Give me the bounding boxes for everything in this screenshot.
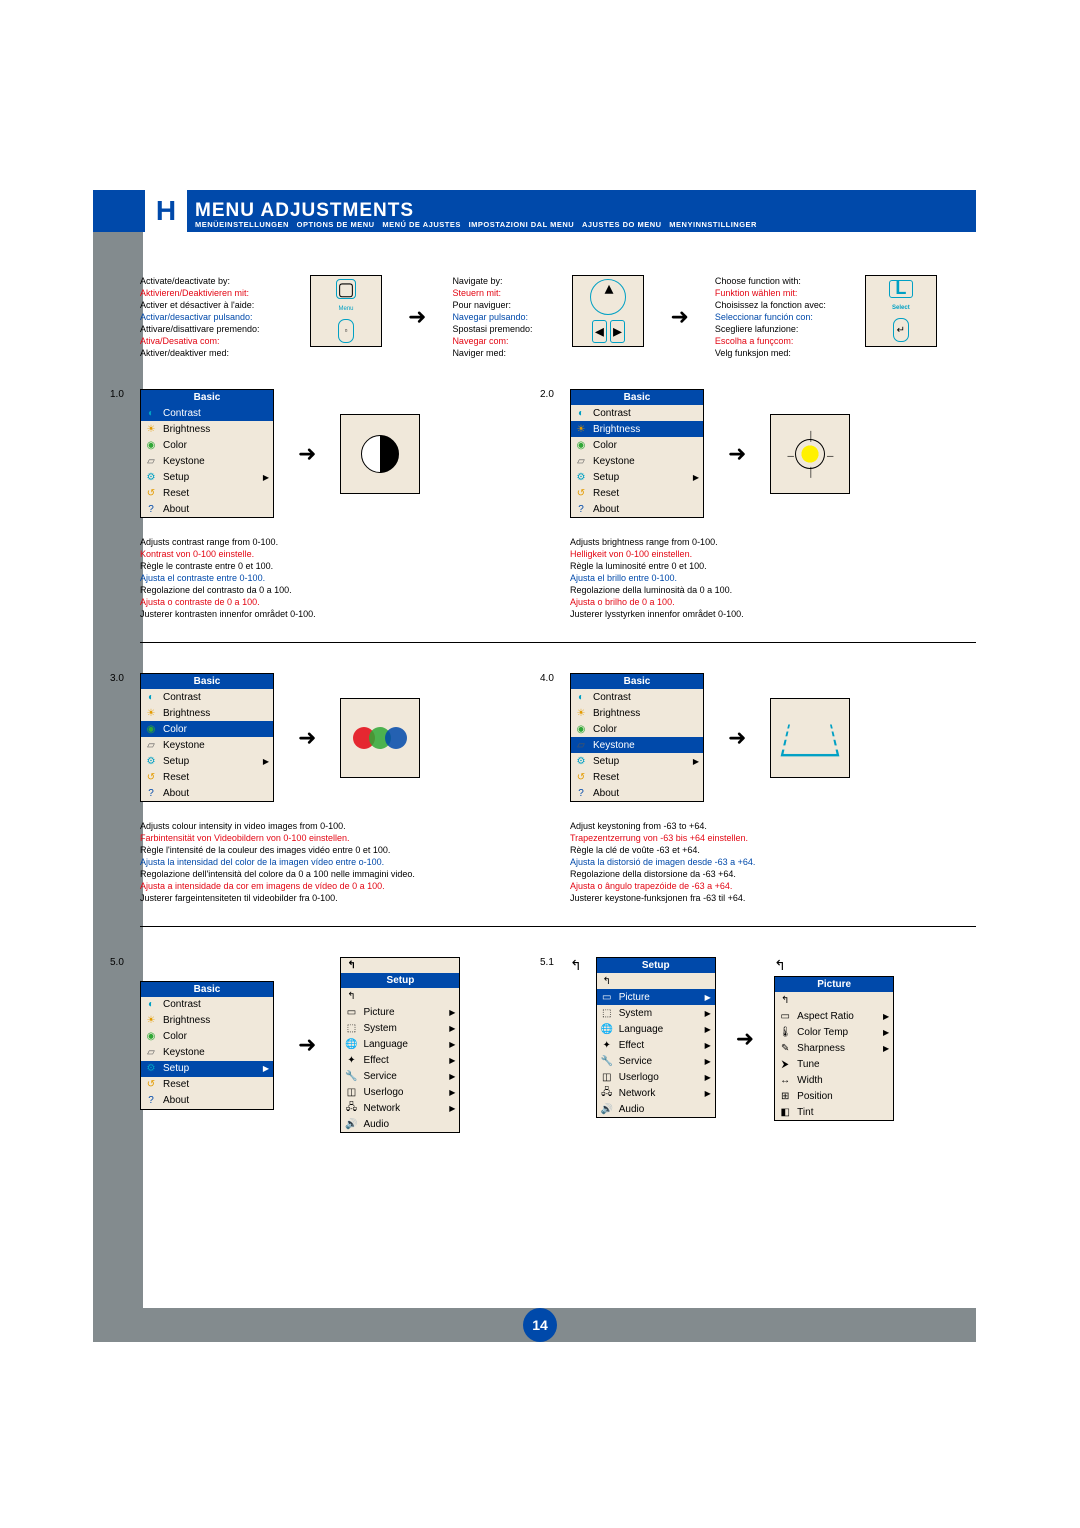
menu-button-graphic: ▢ Menu ▫ — [310, 275, 382, 347]
back-icon: ↰ — [774, 957, 894, 974]
section-number: 1.0 — [110, 389, 124, 400]
intro-row: Activate/deactivate by: Aktivieren/Deakt… — [140, 275, 976, 359]
basic-menu-color: Basic ◐Contrast ☀Brightness ◉Color ▱Keys… — [140, 673, 274, 802]
intro-activate: Activate/deactivate by: Aktivieren/Deakt… — [140, 275, 290, 359]
brightness-icon: ││ ── — [770, 414, 850, 494]
contrast-icon — [340, 414, 420, 494]
color-icon — [340, 698, 420, 778]
arrow-icon: ➜ — [730, 1026, 760, 1052]
arrow-icon: ➜ — [292, 441, 322, 467]
picture-submenu: Picture ↰ ▭Aspect Ratio▶ 🌡Color Temp▶ ✎S… — [774, 976, 894, 1121]
color-description: Adjusts colour intensity in video images… — [140, 820, 545, 904]
brightness-description: Adjusts brightness range from 0-100.Hell… — [570, 536, 975, 620]
back-icon: ↰ — [570, 957, 582, 974]
basic-menu-contrast: Basic ◐Contrast ☀Brightness ◉Color ▱Keys… — [140, 389, 274, 518]
intro-choose: Choose function with: Funktion wählen mi… — [715, 275, 845, 359]
sidebar-stripe — [93, 190, 143, 1342]
arrow-icon: ➜ — [722, 441, 752, 467]
keystone-description: Adjust keystoning from -63 to +64.Trapez… — [570, 820, 975, 904]
divider — [140, 926, 976, 927]
setup-submenu-picture-selected: Setup ↰ ▭Picture▶ ⬚System▶ 🌐Language▶ ✦E… — [596, 957, 716, 1118]
basic-menu-brightness: Basic ◐Contrast ☀Brightness ◉Color ▱Keys… — [570, 389, 704, 518]
header-title: MENU ADJUSTMENTS — [195, 200, 414, 222]
arrow-icon: ➜ — [402, 304, 432, 330]
arrow-icon: ➜ — [292, 1032, 322, 1058]
arrow-icon: ➜ — [292, 725, 322, 751]
section-number: 4.0 — [540, 673, 554, 684]
contrast-description: Adjusts contrast range from 0-100.Kontra… — [140, 536, 545, 620]
section-number: 2.0 — [540, 389, 554, 400]
dpad-graphic: ▴ ◂ ▸ — [572, 275, 644, 347]
keystone-icon — [770, 698, 850, 778]
arrow-icon: ➜ — [722, 725, 752, 751]
intro-navigate: Navigate by: Steuern mit: Pour naviguer:… — [452, 275, 552, 359]
page-number: 14 — [523, 1308, 557, 1342]
section-number: 3.0 — [110, 673, 124, 684]
basic-menu-keystone: Basic ◐Contrast ☀Brightness ◉Color ▱Keys… — [570, 673, 704, 802]
section-number: 5.1 — [540, 957, 554, 968]
divider — [140, 642, 976, 643]
basic-menu-setup: Basic ◐Contrast ☀Brightness ◉Color ▱Keys… — [140, 981, 274, 1110]
arrow-icon: ➜ — [664, 304, 694, 330]
header-subtitle: MENÜEINSTELLUNGEN OPTIONS DE MENU MENÚ D… — [195, 220, 757, 229]
setup-submenu: ↰ Setup ↰ ▭Picture▶ ⬚System▶ 🌐Language▶ … — [340, 957, 460, 1133]
section-letter: H — [145, 190, 187, 232]
select-button-graphic: L Select ↵ — [865, 275, 937, 347]
section-number: 5.0 — [110, 957, 124, 968]
back-icon: ↰ — [347, 960, 355, 971]
